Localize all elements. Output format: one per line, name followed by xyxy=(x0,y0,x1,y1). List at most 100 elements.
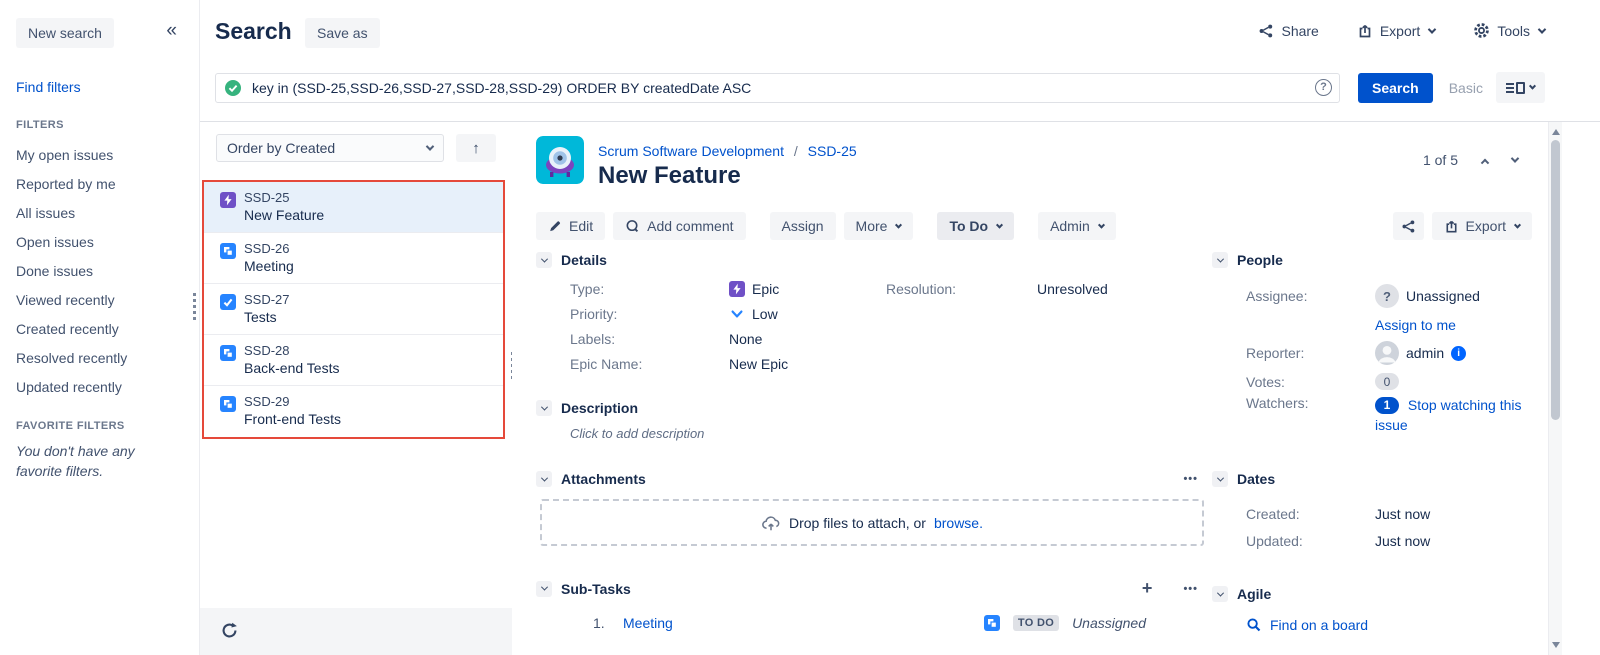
reporter-value: admin xyxy=(1406,345,1444,361)
breadcrumb-project-link[interactable]: Scrum Software Development xyxy=(598,143,784,159)
chevron-down-icon xyxy=(895,221,902,228)
subtasks-section-header[interactable]: Sub-Tasks + ••• xyxy=(536,578,1212,599)
collapse-section-icon[interactable] xyxy=(1212,252,1228,268)
browse-link[interactable]: browse. xyxy=(934,515,983,531)
collapse-sidebar-icon[interactable]: « xyxy=(166,20,177,42)
search-button[interactable]: Search xyxy=(1358,73,1433,103)
status-transition-button[interactable]: To Do xyxy=(937,212,1014,240)
collapse-section-icon[interactable] xyxy=(1212,471,1228,487)
export-button[interactable]: Export xyxy=(1357,23,1435,39)
admin-label: Admin xyxy=(1050,218,1090,234)
gear-icon xyxy=(1473,22,1490,39)
syntax-help-icon[interactable]: ? xyxy=(1315,79,1332,96)
issue-row-ssd-26[interactable]: SSD-26 Meeting xyxy=(204,233,503,284)
collapse-section-icon[interactable] xyxy=(1212,586,1228,602)
project-avatar xyxy=(536,136,584,184)
save-as-button[interactable]: Save as xyxy=(305,18,380,48)
collapse-section-icon[interactable] xyxy=(536,581,552,597)
order-by-select[interactable]: Order by Created xyxy=(216,134,444,162)
issue-summary: Meeting xyxy=(244,258,294,274)
collapse-section-icon[interactable] xyxy=(536,400,552,416)
sidebar-item-viewed-recently[interactable]: Viewed recently xyxy=(16,286,127,315)
issue-row-ssd-27[interactable]: SSD-27 Tests xyxy=(204,284,503,335)
description-section-header[interactable]: Description xyxy=(536,400,1212,416)
scroll-up-arrow[interactable] xyxy=(1552,129,1560,135)
tools-button[interactable]: Tools xyxy=(1473,22,1545,39)
agile-heading: Agile xyxy=(1237,586,1271,602)
attachments-section: Attachments ••• Drop files to attach, or… xyxy=(536,471,1212,546)
subtask-row[interactable]: 1. Meeting TO DO Unassigned xyxy=(536,615,1212,631)
refresh-icon[interactable] xyxy=(220,621,239,640)
add-subtask-icon[interactable]: + xyxy=(1142,578,1153,599)
sidebar-item-resolved-recently[interactable]: Resolved recently xyxy=(16,344,127,373)
filter-list: My open issues Reported by me All issues… xyxy=(16,141,127,402)
chevron-down-icon xyxy=(1538,25,1546,33)
find-on-board-link[interactable]: Find on a board xyxy=(1270,617,1368,633)
breadcrumb-separator: / xyxy=(794,143,798,159)
edit-label: Edit xyxy=(569,218,593,234)
share-issue-button[interactable] xyxy=(1393,212,1424,240)
subtasks-menu-icon[interactable]: ••• xyxy=(1183,583,1198,595)
collapse-section-icon[interactable] xyxy=(536,252,552,268)
subtask-icon xyxy=(984,615,1000,631)
subtask-status-badge: TO DO xyxy=(1013,615,1059,631)
next-issue-icon[interactable] xyxy=(1511,154,1519,162)
scroll-down-arrow[interactable] xyxy=(1552,642,1560,648)
attachments-menu-icon[interactable]: ••• xyxy=(1183,473,1198,485)
breadcrumb-issue-link[interactable]: SSD-25 xyxy=(808,143,857,159)
header-actions: Share Export Tools xyxy=(1258,22,1545,39)
dates-section-header[interactable]: Dates xyxy=(1212,471,1548,487)
issue-row-ssd-29[interactable]: SSD-29 Front-end Tests xyxy=(204,386,503,437)
share-button[interactable]: Share xyxy=(1258,23,1318,39)
description-placeholder[interactable]: Click to add description xyxy=(570,426,1212,441)
sidebar-item-updated-recently[interactable]: Updated recently xyxy=(16,373,127,402)
scrollbar-thumb[interactable] xyxy=(1551,140,1560,420)
sort-direction-button[interactable]: ↑ xyxy=(456,134,496,162)
search-header: Search Save as Share Export xyxy=(200,0,1600,122)
jql-search-input[interactable] xyxy=(215,73,1340,103)
epic-name-value: New Epic xyxy=(729,356,886,372)
votes-badge[interactable]: 0 xyxy=(1375,373,1399,390)
add-comment-button[interactable]: Add comment xyxy=(613,212,745,240)
info-icon[interactable]: i xyxy=(1451,346,1466,361)
search-icon xyxy=(1246,617,1262,633)
sidebar-item-reported-by-me[interactable]: Reported by me xyxy=(16,170,127,199)
more-menu-button[interactable]: More xyxy=(844,212,914,240)
issue-key: SSD-28 xyxy=(244,343,339,358)
previous-issue-icon[interactable] xyxy=(1481,159,1489,167)
agile-section-header[interactable]: Agile xyxy=(1212,586,1548,602)
sidebar-item-open-issues[interactable]: Open issues xyxy=(16,228,127,257)
sidebar-resize-handle[interactable] xyxy=(193,293,196,320)
sidebar-item-my-open-issues[interactable]: My open issues xyxy=(16,141,127,170)
jql-input-wrap: ? xyxy=(215,73,1340,103)
issue-row-ssd-28[interactable]: SSD-28 Back-end Tests xyxy=(204,335,503,386)
subtask-link[interactable]: Meeting xyxy=(623,615,673,631)
admin-menu-button[interactable]: Admin xyxy=(1038,212,1116,240)
attachment-dropzone[interactable]: Drop files to attach, or browse. xyxy=(540,499,1204,546)
layout-switch-button[interactable] xyxy=(1496,72,1545,103)
collapse-section-icon[interactable] xyxy=(536,471,552,487)
new-search-button[interactable]: New search xyxy=(16,18,114,48)
assign-to-me-link[interactable]: Assign to me xyxy=(1375,317,1456,333)
edit-button[interactable]: Edit xyxy=(536,212,605,240)
priority-low-icon xyxy=(729,306,745,322)
basic-mode-link[interactable]: Basic xyxy=(1449,80,1483,96)
sidebar-item-done-issues[interactable]: Done issues xyxy=(16,257,127,286)
watchers-badge[interactable]: 1 xyxy=(1375,397,1399,414)
issue-list-highlighted: SSD-25 New Feature SSD-26 Meeting xyxy=(202,180,505,439)
watchers-row: Watchers: 1 Stop watching this issue xyxy=(1212,395,1548,435)
issue-key: SSD-26 xyxy=(244,241,294,256)
assign-button[interactable]: Assign xyxy=(770,212,836,240)
attachments-section-header[interactable]: Attachments ••• xyxy=(536,471,1212,487)
updated-row: Updated: Just now xyxy=(1212,527,1548,554)
export-issue-button[interactable]: Export xyxy=(1432,212,1532,240)
sidebar-item-all-issues[interactable]: All issues xyxy=(16,199,127,228)
find-filters-link[interactable]: Find filters xyxy=(16,79,81,95)
subtask-icon xyxy=(220,345,236,361)
issue-row-ssd-25[interactable]: SSD-25 New Feature xyxy=(204,182,503,233)
issue-list-panel: Order by Created ↑ SSD-25 New Feature xyxy=(200,122,512,655)
people-section-header[interactable]: People xyxy=(1212,252,1548,268)
details-section-header[interactable]: Details xyxy=(536,252,1212,268)
subtask-icon xyxy=(220,243,236,259)
sidebar-item-created-recently[interactable]: Created recently xyxy=(16,315,127,344)
